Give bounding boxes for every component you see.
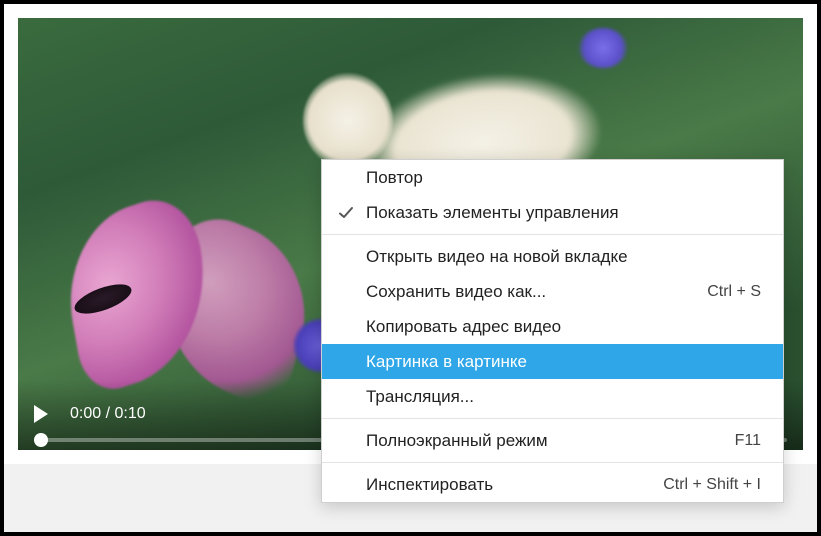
menu-item-inspect[interactable]: Инспектировать Ctrl + Shift + I (322, 467, 783, 502)
video-context-menu: Повтор Показать элементы управления Откр… (321, 159, 784, 503)
menu-item-label: Сохранить видео как... (366, 282, 707, 302)
menu-item-label: Трансляция... (366, 387, 761, 407)
menu-item-cast[interactable]: Трансляция... (322, 379, 783, 414)
menu-item-label: Копировать адрес видео (366, 317, 761, 337)
menu-item-loop[interactable]: Повтор (322, 160, 783, 195)
menu-item-label: Показать элементы управления (366, 203, 761, 223)
menu-item-shortcut: F11 (735, 432, 761, 450)
play-button[interactable] (34, 404, 54, 424)
menu-divider (322, 234, 783, 235)
menu-item-fullscreen[interactable]: Полноэкранный режим F11 (322, 423, 783, 458)
video-time-display: 0:00 / 0:10 (70, 405, 146, 423)
menu-item-open-new-tab[interactable]: Открыть видео на новой вкладке (322, 239, 783, 274)
video-content-flower (578, 28, 628, 68)
menu-item-shortcut: Ctrl + S (707, 283, 761, 301)
video-progress-thumb[interactable] (34, 433, 48, 447)
play-icon (34, 405, 48, 423)
video-content-bunny-head (303, 73, 393, 168)
menu-item-label: Инспектировать (366, 475, 663, 495)
menu-item-save-video-as[interactable]: Сохранить видео как... Ctrl + S (322, 274, 783, 309)
menu-item-label: Повтор (366, 168, 761, 188)
menu-item-show-controls[interactable]: Показать элементы управления (322, 195, 783, 230)
menu-item-label: Открыть видео на новой вкладке (366, 247, 761, 267)
menu-divider (322, 418, 783, 419)
check-icon (338, 205, 354, 221)
menu-item-shortcut: Ctrl + Shift + I (663, 476, 761, 494)
browser-window: 0:00 / 0:10 Повтор Показать элементы упр… (4, 4, 817, 532)
menu-item-label: Полноэкранный режим (366, 431, 735, 451)
menu-item-copy-video-address[interactable]: Копировать адрес видео (322, 309, 783, 344)
menu-item-picture-in-picture[interactable]: Картинка в картинке (322, 344, 783, 379)
menu-divider (322, 462, 783, 463)
menu-item-label: Картинка в картинке (366, 352, 761, 372)
